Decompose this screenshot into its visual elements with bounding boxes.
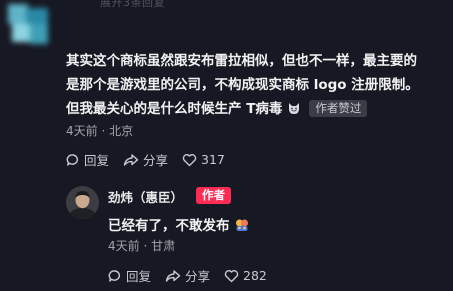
share-icon	[123, 153, 143, 167]
reply-icon	[108, 269, 126, 283]
comment-line-3-wrap: 但我最关心的是什么时候生产 T病毒 作者赞过	[66, 97, 451, 121]
reply-author-avatar[interactable]	[66, 186, 99, 219]
reply-reply-label: 回复	[126, 269, 152, 284]
share-button[interactable]: 分享	[123, 150, 168, 169]
reply-like-button[interactable]: 282	[224, 268, 267, 283]
reply-share-label: 分享	[185, 269, 211, 284]
wolf-emoji-icon	[287, 99, 301, 114]
reply-icon	[66, 153, 84, 167]
reply-author-name[interactable]: 劲炜（惠臣）	[108, 187, 183, 206]
share-label: 分享	[143, 153, 169, 168]
commenter-avatar[interactable]	[8, 4, 50, 46]
reply-reply-button[interactable]: 回复	[108, 266, 151, 285]
author-tag: 作者	[196, 187, 231, 204]
reply-button[interactable]: 回复	[66, 150, 109, 169]
like-count: 317	[201, 152, 225, 167]
share-icon	[165, 269, 185, 283]
reply-text: 已经有了，不敢发布	[108, 218, 230, 234]
comment-line-1: 其实这个商标虽然跟安布雷拉相似，但也不一样，最主要的	[66, 53, 417, 69]
reply-actions: 回复 分享 282	[108, 266, 281, 285]
reply-body: 已经有了，不敢发布	[108, 214, 249, 234]
comment-meta: 4天前 · 北京	[66, 124, 134, 138]
expand-replies-fragment[interactable]: 展开3条回复	[100, 0, 165, 10]
reply-label: 回复	[84, 153, 110, 168]
comments-panel: 展开3条回复 其实这个商标虽然跟安布雷拉相似，但也不一样，最主要的 是那个是游戏…	[0, 0, 453, 291]
hug-emoji-icon	[235, 218, 249, 232]
comment-line-2: 是那个是游戏里的公司，不构成现实商标 logo 注册限制。	[66, 77, 419, 93]
reply-share-button[interactable]: 分享	[165, 266, 210, 285]
heart-icon	[182, 153, 201, 167]
reply-meta: 4天前 · 甘肃	[108, 239, 176, 253]
like-button[interactable]: 317	[182, 152, 225, 167]
author-liked-badge: 作者赞过	[309, 100, 368, 117]
comment-actions: 回复 分享 317	[66, 150, 239, 169]
heart-icon	[224, 269, 243, 283]
comment-body: 其实这个商标虽然跟安布雷拉相似，但也不一样，最主要的 是那个是游戏里的公司，不构…	[66, 49, 451, 121]
reply-like-count: 282	[243, 268, 267, 283]
comment-line-3: 但我最关心的是什么时候生产 T病毒	[66, 101, 283, 117]
